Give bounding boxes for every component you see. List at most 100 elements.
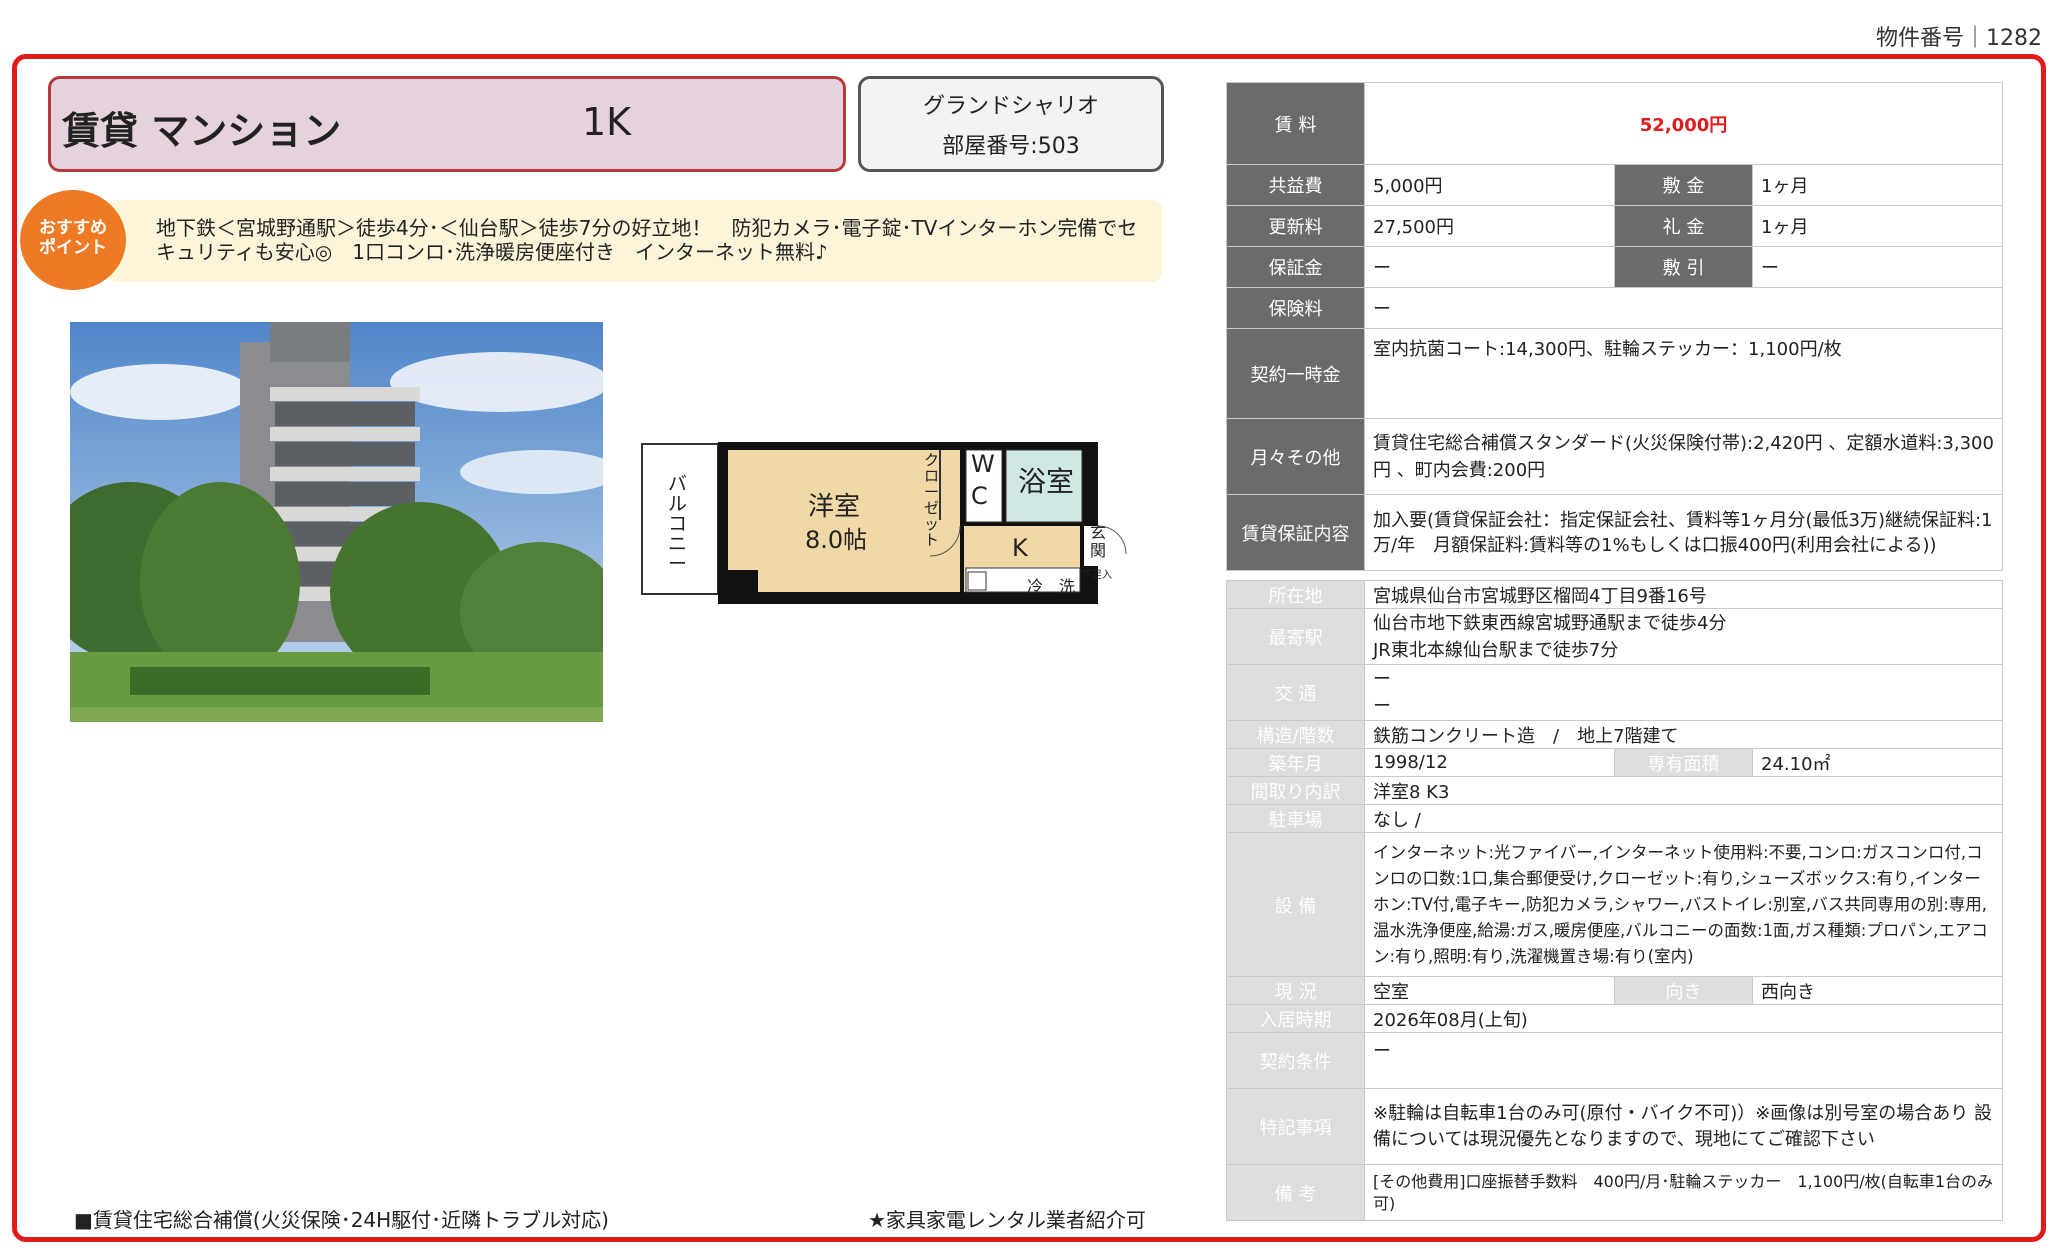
floor-plan-bath: 浴室 — [1018, 465, 1075, 498]
remarks-value: [その他費用]口座振替手数料 400円/月･駐輪ステッカー 1,100円/枚(自… — [1364, 1164, 2003, 1221]
floor-plan-drawing — [641, 442, 1127, 604]
fee-row-common: 共益費 5,000円 敷 金 1ヶ月 — [1226, 164, 2004, 206]
direction-value: 西向き — [1752, 976, 2003, 1005]
insurance-note: ■賃貸住宅総合補償(火災保険･24H駆付･近隣トラブル対応) — [74, 1208, 609, 1232]
fee-row-rent: 賃 料 52,000円 — [1226, 82, 2004, 165]
movein-label: 入居時期 — [1226, 1004, 1365, 1033]
status-label: 現 況 — [1226, 976, 1365, 1005]
notes-label: 特記事項 — [1226, 1088, 1365, 1165]
detail-row-station: 最寄駅 仙台市地下鉄東西線宮城野通駅まで徒歩4分 JR東北本線仙台駅まで徒歩7分 — [1226, 608, 2003, 665]
common-label: 共益費 — [1226, 164, 1365, 206]
rent-label: 賃 料 — [1226, 82, 1365, 165]
floor-plan-room: 洋室 — [808, 492, 861, 522]
area-label: 専有面積 — [1614, 748, 1753, 777]
station-line-1: 仙台市地下鉄東西線宮城野通駅まで徒歩4分 — [1373, 612, 1727, 634]
fee-row-guarantor: 賃貸保証内容 加入要(賃貸保証会社：指定保証会社、賃料等1ヶ月分(最低3万)継続… — [1226, 494, 2004, 571]
floor-plan-entrance: 玄関 — [1090, 523, 1107, 560]
detail-row-built: 築年月 1998/12 専有面積 24.10㎡ — [1226, 748, 2003, 777]
common-value: 5,000円 — [1364, 164, 1615, 206]
rent-value: 52,000円 — [1363, 82, 2004, 165]
room-number: 部屋番号:503 — [942, 134, 1080, 159]
detail-row-address: 所在地 宮城県仙台市宮城野区榴岡4丁目9番16号 — [1226, 580, 2003, 609]
detail-row-movein: 入居時期 2026年08月(上旬) — [1226, 1004, 2003, 1033]
building-photo — [70, 322, 603, 722]
transport-label: 交 通 — [1226, 664, 1365, 721]
onetime-value: 室内抗菌コート:14,300円、駐輪ステッカー：1,100円/枚 — [1363, 328, 2004, 419]
floor-plan-kitchen: K — [1012, 534, 1028, 562]
status-value: 空室 — [1364, 976, 1615, 1005]
property-type: 賃貸 マンション — [62, 109, 342, 153]
floor-plan-closet: クローゼット — [924, 451, 940, 549]
promo-text: 地下鉄＜宮城野通駅＞徒歩4分･＜仙台駅＞徒歩7分の好立地！ 防犯カメラ･電子錠･… — [156, 216, 1138, 264]
conditions-value: ー — [1364, 1032, 2003, 1089]
badge-line-1: おすすめ — [39, 218, 107, 238]
monthly-value: 賃貸住宅総合補償スタンダード(火災保険付帯):2,420円 、定額水道料:3,3… — [1363, 418, 2004, 495]
renewal-value: 27,500円 — [1364, 205, 1615, 247]
fee-row-insurance: 保険料 ー — [1226, 287, 2004, 329]
detail-row-status: 現 況 空室 向き 西向き — [1226, 976, 2003, 1005]
transport-value: ー ー — [1364, 664, 2003, 721]
detail-row-remarks: 備 考 [その他費用]口座振替手数料 400円/月･駐輪ステッカー 1,100円… — [1226, 1164, 2003, 1221]
station-label: 最寄駅 — [1226, 608, 1365, 665]
fee-row-monthly: 月々その他 賃貸住宅総合補償スタンダード(火災保険付帯):2,420円 、定額水… — [1226, 418, 2004, 495]
address-value: 宮城県仙台市宮城野区榴岡4丁目9番16号 — [1364, 580, 2003, 609]
detail-row-conditions: 契約条件 ー — [1226, 1032, 2003, 1089]
building-photo-illustration — [70, 322, 603, 722]
deposit-value: 1ヶ月 — [1751, 164, 2004, 206]
station-line-2: JR東北本線仙台駅まで徒歩7分 — [1373, 639, 1619, 661]
insurance-label: 保険料 — [1226, 287, 1365, 329]
area-value: 24.10㎡ — [1752, 748, 2003, 777]
guarantor-value: 加入要(賃貸保証会社：指定保証会社、賃料等1ヶ月分(最低3万)継続保証料:1万/… — [1363, 494, 2004, 571]
address-label: 所在地 — [1226, 580, 1365, 609]
floor-plan-wc-c: C — [971, 482, 988, 510]
guarantor-label: 賃貸保証内容 — [1226, 494, 1365, 571]
insurance-value: ー — [1363, 287, 2004, 329]
built-label: 築年月 — [1226, 748, 1365, 777]
key-money-value: 1ヶ月 — [1751, 205, 2004, 247]
parking-label: 駐車場 — [1226, 804, 1365, 833]
transport-line-1: ー — [1373, 668, 1391, 690]
guarantee-value: ー — [1364, 246, 1615, 288]
badge-line-2: ポイント — [39, 238, 107, 258]
onetime-label: 契約一時金 — [1226, 328, 1365, 419]
guarantee-label: 保証金 — [1226, 246, 1365, 288]
detail-row-structure: 構造/階数 鉄筋コンクリート造 / 地上7階建て — [1226, 720, 2003, 749]
fee-row-renewal: 更新料 27,500円 礼 金 1ヶ月 — [1226, 205, 2004, 247]
floor-plan-washer: 洗 — [1059, 577, 1076, 596]
fees-table: 賃 料 52,000円 共益費 5,000円 敷 金 1ヶ月 更新料 27,50… — [1226, 82, 2004, 571]
rooms-label: 間取り内訳 — [1226, 776, 1365, 805]
detail-row-parking: 駐車場 なし / — [1226, 804, 2003, 833]
floor-plan — [640, 440, 1160, 610]
layout-type: 1K — [582, 100, 632, 144]
renewal-label: 更新料 — [1226, 205, 1365, 247]
floor-plan-balcony: バルコニー — [668, 473, 688, 575]
details-table: 所在地 宮城県仙台市宮城野区榴岡4丁目9番16号 最寄駅 仙台市地下鉄東西線宮城… — [1226, 580, 2003, 1221]
floor-plan-fridge: 冷 — [1027, 577, 1044, 596]
building-box: グランドシャリオ 部屋番号:503 — [858, 76, 1164, 172]
parking-value: なし / — [1364, 804, 2003, 833]
rental-note: ★家具家電レンタル業者紹介可 — [868, 1208, 1146, 1232]
movein-value: 2026年08月(上旬) — [1364, 1004, 2003, 1033]
notes-value: ※駐輪は自転車1台のみ可(原付・バイク不可)）※画像は別号室の場合あり 設備につ… — [1364, 1088, 2003, 1165]
structure-label: 構造/階数 — [1226, 720, 1365, 749]
station-value: 仙台市地下鉄東西線宮城野通駅まで徒歩4分 JR東北本線仙台駅まで徒歩7分 — [1364, 608, 2003, 665]
fee-row-guarantee: 保証金 ー 敷 引 ー — [1226, 246, 2004, 288]
detail-row-equipment: 設 備 インターネット:光ファイバー,インターネット使用料:不要,コンロ:ガスコ… — [1226, 832, 2003, 977]
floor-plan-wc-w: W — [971, 450, 995, 478]
rooms-value: 洋室8 K3 — [1364, 776, 2003, 805]
detail-row-notes: 特記事項 ※駐輪は自転車1台のみ可(原付・バイク不可)）※画像は別号室の場合あり… — [1226, 1088, 2003, 1165]
key-money-label: 礼 金 — [1614, 205, 1753, 247]
floor-plan-shoe: 下足入 — [1082, 570, 1112, 581]
building-name: グランドシャリオ — [922, 94, 1099, 119]
structure-value: 鉄筋コンクリート造 / 地上7階建て — [1364, 720, 2003, 749]
built-value: 1998/12 — [1364, 748, 1615, 777]
direction-label: 向き — [1614, 976, 1753, 1005]
fee-row-onetime: 契約一時金 室内抗菌コート:14,300円、駐輪ステッカー：1,100円/枚 — [1226, 328, 2004, 419]
floor-plan-room-size: 8.0帖 — [805, 526, 868, 554]
deposit-label: 敷 金 — [1614, 164, 1753, 206]
recommend-badge: おすすめ ポイント — [20, 190, 126, 290]
equipment-value: インターネット:光ファイバー,インターネット使用料:不要,コンロ:ガスコンロ付,… — [1364, 832, 2003, 977]
detail-row-transport: 交 通 ー ー — [1226, 664, 2003, 721]
conditions-label: 契約条件 — [1226, 1032, 1365, 1089]
shikibiki-label: 敷 引 — [1614, 246, 1753, 288]
